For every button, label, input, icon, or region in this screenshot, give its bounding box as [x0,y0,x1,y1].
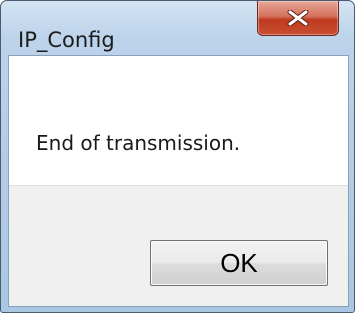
message-text: End of transmission. [36,131,241,155]
close-button[interactable] [257,1,339,36]
close-icon [287,10,309,26]
dialog-content: End of transmission. OK [8,55,349,307]
window-title: IP_Config [18,28,115,52]
dialog-window: IP_Config End of transmission. OK [0,0,355,313]
button-area: OK [9,185,348,306]
title-bar[interactable]: IP_Config [1,1,354,51]
ok-button[interactable]: OK [150,240,328,286]
